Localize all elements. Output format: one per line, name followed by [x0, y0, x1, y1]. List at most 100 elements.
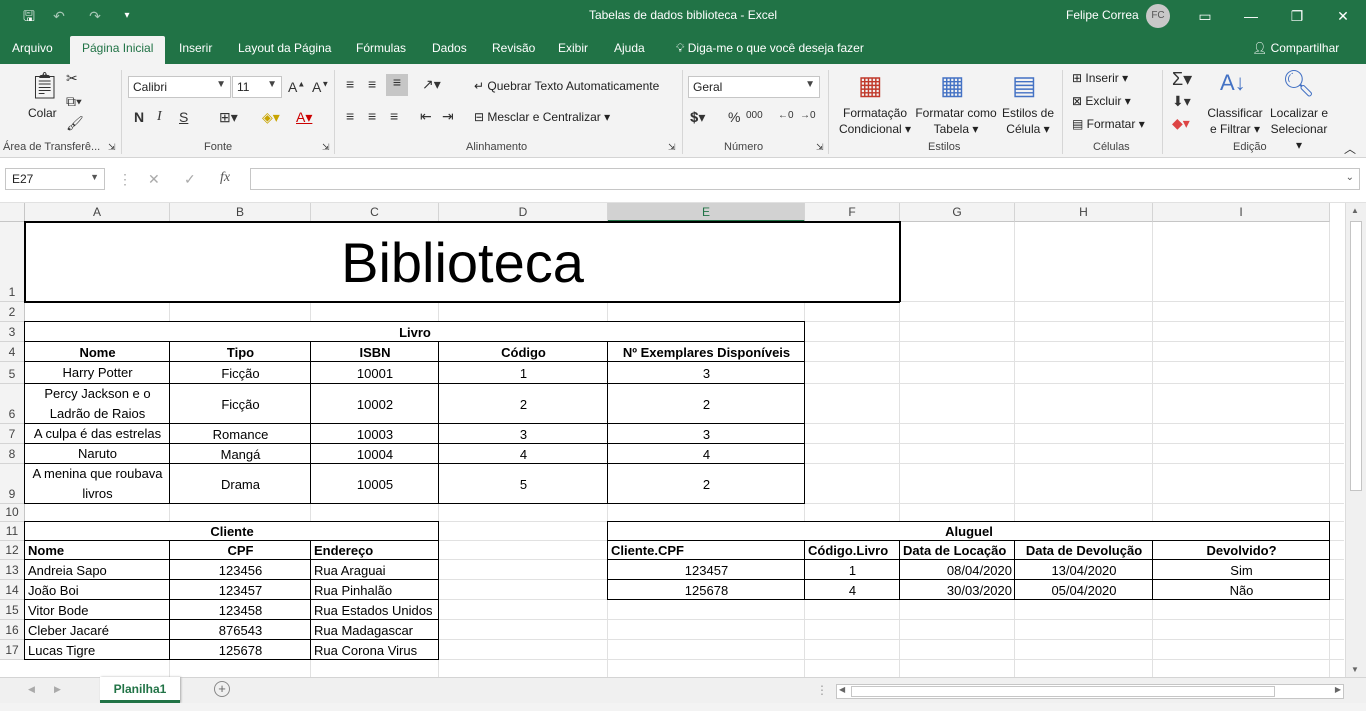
aluguel-cell[interactable]: 30/03/2020 — [900, 580, 1015, 600]
livro-cell[interactable]: Ficção — [170, 362, 311, 384]
scroll-up-icon[interactable]: ▲ — [1351, 206, 1359, 215]
cliente-cell[interactable]: Lucas Tigre — [25, 640, 170, 660]
column-header-c[interactable]: C — [311, 203, 439, 222]
row-header-11[interactable]: 11 — [0, 522, 25, 541]
cliente-cell[interactable]: Cleber Jacaré — [25, 620, 170, 640]
borders-icon[interactable]: ⊞▾ — [219, 109, 238, 126]
name-box[interactable]: E27 ▼ — [5, 168, 105, 190]
cliente-cell[interactable]: Rua Pinhalão — [311, 580, 439, 600]
livro-cell[interactable]: 5 — [439, 464, 608, 504]
livro-cell[interactable]: 4 — [608, 444, 805, 464]
column-header-d[interactable]: D — [439, 203, 608, 222]
redo-icon[interactable]: ↷ — [84, 7, 106, 25]
livro-cell[interactable]: Drama — [170, 464, 311, 504]
livro-cell[interactable]: 10002 — [311, 384, 439, 424]
aluguel-cell[interactable]: 125678 — [608, 580, 805, 600]
fill-color-icon[interactable]: ◈▾ — [262, 109, 280, 126]
tab-layout-da-pagina[interactable]: Layout da Página — [238, 41, 331, 55]
find-select-icon[interactable]: 🔍︎ — [1282, 68, 1315, 99]
cliente-column-header[interactable]: Endereço — [311, 541, 439, 560]
insert-function-button[interactable]: fx — [220, 170, 230, 186]
font-size-select[interactable]: 11 ▼ — [232, 76, 282, 98]
tab-arquivo[interactable]: Arquivo — [12, 41, 53, 55]
livro-cell[interactable]: 10005 — [311, 464, 439, 504]
align-bottom-icon[interactable]: ≡ — [386, 74, 408, 96]
livro-cell[interactable]: Harry Potter — [25, 362, 170, 384]
livro-column-header[interactable]: Nome — [25, 342, 170, 362]
cliente-header[interactable]: Cliente — [25, 522, 439, 541]
livro-cell[interactable]: Percy Jackson e o Ladrão de Raios — [25, 384, 170, 424]
decrease-indent-icon[interactable]: ⇤ — [420, 108, 432, 125]
user-name[interactable]: Felipe Correa — [1066, 8, 1139, 22]
tab-dados[interactable]: Dados — [432, 41, 467, 55]
spreadsheet-grid[interactable]: ABCDEFGHI 1 2 3 4 5 6 7 8 9 10 11 12 13 14 15 16 17 Bibl… — [0, 203, 1344, 677]
cliente-cell[interactable]: Rua Corona Virus — [311, 640, 439, 660]
row-header-1[interactable]: 1 — [0, 222, 25, 302]
increase-indent-icon[interactable]: ⇥ — [442, 108, 454, 125]
align-center-icon[interactable]: ≡ — [368, 108, 376, 124]
livro-header[interactable]: Livro — [25, 322, 805, 342]
sheet-title[interactable]: Biblioteca — [25, 222, 900, 302]
dialog-launcher-icon[interactable]: ⇲ — [816, 142, 824, 153]
livro-cell[interactable]: 3 — [608, 362, 805, 384]
orientation-icon[interactable]: ↗▾ — [422, 76, 441, 93]
livro-column-header[interactable]: ISBN — [311, 342, 439, 362]
livro-cell[interactable]: 1 — [439, 362, 608, 384]
cliente-cell[interactable]: Andreia Sapo — [25, 560, 170, 580]
select-all-corner[interactable] — [0, 203, 25, 222]
column-header-h[interactable]: H — [1015, 203, 1153, 222]
livro-cell[interactable]: 10003 — [311, 424, 439, 444]
row-header-13[interactable]: 13 — [0, 560, 25, 580]
dialog-launcher-icon[interactable]: ⇲ — [668, 142, 676, 153]
livro-cell[interactable]: 2 — [608, 464, 805, 504]
vertical-scrollbar[interactable]: ▲ ▼ — [1345, 203, 1366, 677]
share-button[interactable]: 👤︎ Compartilhar — [1252, 41, 1339, 55]
aluguel-column-header[interactable]: Código.Livro — [805, 541, 900, 560]
enter-icon[interactable]: ✓ — [184, 171, 196, 188]
livro-cell[interactable]: 10001 — [311, 362, 439, 384]
livro-cell[interactable]: Ficção — [170, 384, 311, 424]
font-name-select[interactable]: Calibri ▼ — [128, 76, 231, 98]
cliente-cell[interactable]: Rua Estados Unidos — [311, 600, 439, 620]
aluguel-cell[interactable]: 13/04/2020 — [1015, 560, 1153, 580]
bold-button[interactable]: N — [134, 109, 144, 125]
row-header-6[interactable]: 6 — [0, 384, 25, 424]
conditional-formatting-button[interactable]: Formatação Condicional ▾ — [838, 105, 912, 137]
cliente-cell[interactable]: João Boi — [25, 580, 170, 600]
aluguel-cell[interactable]: Sim — [1153, 560, 1330, 580]
cut-icon[interactable]: ✂ — [66, 70, 78, 87]
aluguel-cell[interactable]: 123457 — [608, 560, 805, 580]
row-header-15[interactable]: 15 — [0, 600, 25, 620]
column-header-b[interactable]: B — [170, 203, 311, 222]
row-header-10[interactable]: 10 — [0, 504, 25, 522]
livro-cell[interactable]: Mangá — [170, 444, 311, 464]
avatar[interactable]: FC — [1146, 4, 1170, 28]
row-header-5[interactable]: 5 — [0, 362, 25, 384]
cell-styles-icon[interactable]: ▤ — [1012, 70, 1037, 101]
decrease-font-icon[interactable]: A▼ — [312, 79, 329, 95]
aluguel-cell[interactable]: 4 — [805, 580, 900, 600]
livro-column-header[interactable]: Código — [439, 342, 608, 362]
row-header-7[interactable]: 7 — [0, 424, 25, 444]
minimize-icon[interactable]: — — [1228, 0, 1274, 32]
dialog-launcher-icon[interactable]: ⇲ — [322, 142, 330, 153]
livro-cell[interactable]: Naruto — [25, 444, 170, 464]
row-header-2[interactable]: 2 — [0, 302, 25, 322]
conditional-formatting-icon[interactable]: ▦ — [858, 70, 883, 101]
format-as-table-button[interactable]: Formatar como Tabela ▾ — [914, 105, 998, 137]
livro-cell[interactable]: 2 — [439, 384, 608, 424]
row-header-16[interactable]: 16 — [0, 620, 25, 640]
wrap-text-button[interactable]: ↵ Quebrar Texto Automaticamente — [474, 79, 659, 93]
column-header-e[interactable]: E — [608, 203, 805, 222]
delete-cells-button[interactable]: ⊠ Excluir ▾ — [1072, 94, 1131, 108]
customize-quick-access-icon[interactable]: ▾ — [116, 7, 138, 25]
fill-icon[interactable]: ⬇▾ — [1172, 93, 1191, 110]
splitter-icon[interactable]: ⋮ — [816, 683, 828, 697]
tab-pagina-inicial[interactable]: Página Inicial — [70, 36, 166, 64]
column-header-a[interactable]: A — [25, 203, 170, 222]
cliente-cell[interactable]: 125678 — [170, 640, 311, 660]
horizontal-scrollbar[interactable]: ◀ ▶ — [836, 684, 1344, 699]
increase-decimal-icon[interactable]: ←0 — [778, 110, 794, 121]
aluguel-header[interactable]: Aluguel — [608, 522, 1330, 541]
formula-input[interactable]: ⌄ — [250, 168, 1360, 190]
